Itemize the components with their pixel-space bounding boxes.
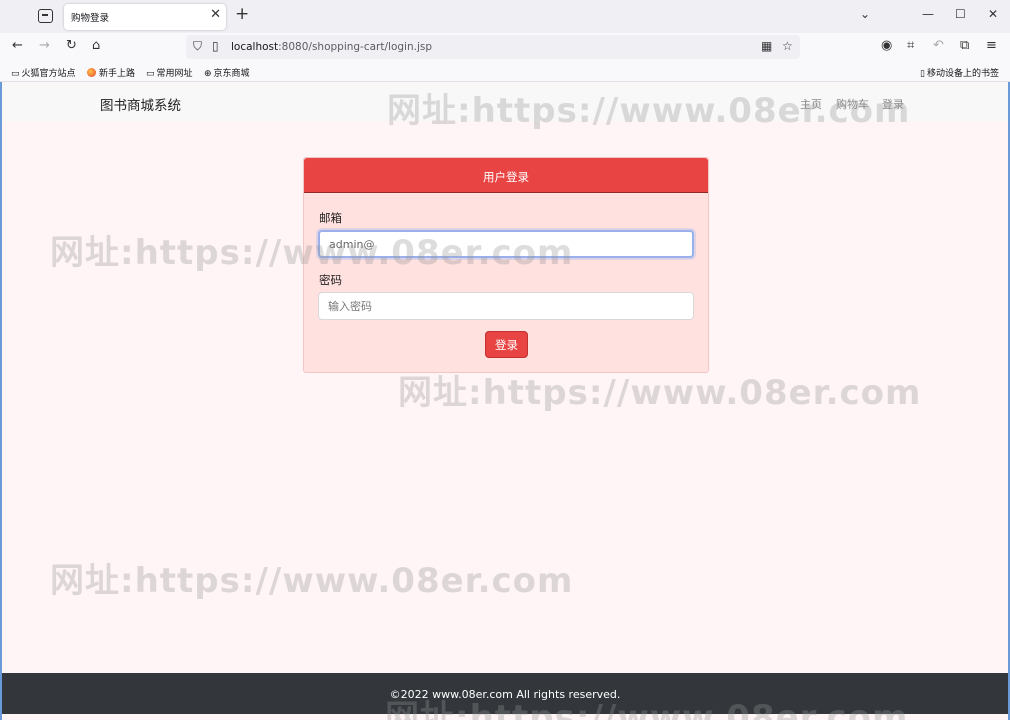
- watermark: 网址:https://www.08er.com: [50, 561, 574, 601]
- site-footer: ©2022 www.08er.com All rights reserved.: [2, 673, 1008, 714]
- footer-copyright: ©2022 www.08er.com All rights reserved.: [389, 688, 621, 701]
- bookmark-item[interactable]: ▭ 常用网址: [146, 66, 193, 79]
- maximize-icon[interactable]: ☐: [955, 8, 966, 20]
- menu-icon[interactable]: ≡: [986, 39, 997, 52]
- close-tab-icon[interactable]: ✕: [210, 8, 221, 21]
- undo-icon[interactable]: ↶: [933, 39, 944, 52]
- login-card-header: 用户登录: [304, 158, 708, 193]
- address-bar[interactable]: ⛉ ▯ localhost:8080/shopping-cart/login.j…: [186, 35, 800, 59]
- back-icon[interactable]: ←: [12, 39, 23, 52]
- bookmarks-bar: ▭ 火狐官方站点 新手上路 ▭ 常用网址 ⊕ 京东商城 ▯ 移动设备上的书签: [0, 61, 1010, 82]
- folder-icon: ▭: [146, 69, 155, 79]
- account-icon[interactable]: ◉: [881, 39, 892, 52]
- browser-tab-strip: 购物登录 ✕ + ⌄ — ☐ ✕: [0, 0, 1010, 33]
- shield-icon[interactable]: ⛉: [193, 40, 202, 52]
- mobile-bookmarks[interactable]: ▯ 移动设备上的书签: [920, 66, 999, 79]
- nav-link-home[interactable]: 主页: [800, 96, 822, 112]
- password-field[interactable]: [318, 292, 694, 320]
- login-button[interactable]: 登录: [485, 331, 528, 358]
- login-title: 用户登录: [483, 170, 529, 184]
- browser-toolbar: ← → ↻ ⌂ ⛉ ▯ localhost:8080/shopping-cart…: [0, 33, 1010, 61]
- site-navbar: 图书商城系统 主页 购物车 登录: [2, 83, 1008, 121]
- email-field[interactable]: [318, 230, 694, 258]
- password-label: 密码: [319, 273, 342, 287]
- new-tab-icon[interactable]: +: [235, 6, 249, 23]
- minimize-icon[interactable]: —: [922, 8, 934, 20]
- bookmark-star-icon[interactable]: ☆: [782, 40, 793, 52]
- window-border-left: [0, 82, 2, 720]
- browser-tab[interactable]: 购物登录 ✕: [64, 4, 226, 30]
- reload-icon[interactable]: ↻: [66, 39, 77, 52]
- extensions-icon[interactable]: ⧉: [960, 39, 969, 52]
- chevron-down-icon[interactable]: ⌄: [860, 8, 870, 20]
- forward-icon[interactable]: →: [39, 39, 50, 52]
- nav-link-cart[interactable]: 购物车: [836, 96, 869, 112]
- nav-link-login[interactable]: 登录: [882, 96, 904, 112]
- firefox-icon: [87, 68, 96, 77]
- bookmark-item[interactable]: ⊕ 京东商城: [204, 66, 250, 79]
- qr-code-icon[interactable]: ▦: [761, 40, 772, 52]
- folder-icon: ▭: [11, 69, 20, 79]
- home-icon[interactable]: ⌂: [92, 39, 100, 52]
- url-path: :8080/shopping-cart/login.jsp: [278, 41, 432, 53]
- login-card: 用户登录 邮箱 密码 登录: [303, 157, 709, 373]
- tab-list-icon[interactable]: [38, 9, 53, 23]
- page-icon[interactable]: ▯: [212, 40, 219, 52]
- site-brand[interactable]: 图书商城系统: [100, 94, 181, 114]
- screenshot-icon[interactable]: ⌗: [907, 39, 914, 52]
- tab-title: 购物登录: [71, 13, 110, 24]
- globe-icon: ⊕: [204, 69, 212, 79]
- bookmark-item[interactable]: ▭ 火狐官方站点: [11, 66, 76, 79]
- url-host: localhost: [231, 41, 279, 53]
- email-label: 邮箱: [319, 211, 342, 225]
- url-text[interactable]: localhost:8080/shopping-cart/login.jsp: [231, 41, 432, 53]
- close-window-icon[interactable]: ✕: [988, 8, 998, 20]
- bookmark-item[interactable]: 新手上路: [87, 66, 135, 79]
- mobile-icon: ▯: [920, 69, 925, 79]
